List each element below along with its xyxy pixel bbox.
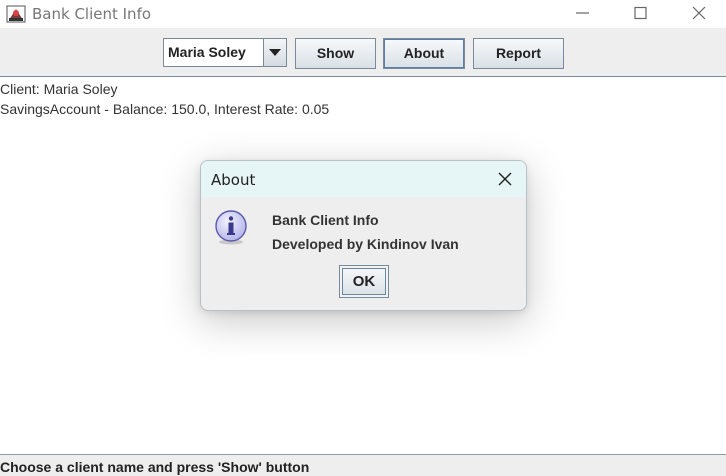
client-select-value: Maria Soley <box>168 44 246 60</box>
account-info-line: SavingsAccount - Balance: 150.0, Interes… <box>0 101 330 117</box>
close-button[interactable] <box>670 0 726 28</box>
client-select-arrow[interactable] <box>263 39 286 66</box>
dialog-developer: Developed by Kindinov Ivan <box>272 236 459 252</box>
bank-app-icon <box>6 4 26 24</box>
status-text: Choose a client name and press 'Show' bu… <box>0 459 310 475</box>
dialog-title: About <box>211 171 256 189</box>
maximize-icon <box>634 6 647 20</box>
report-button[interactable]: Report <box>473 38 564 69</box>
window-titlebar: Bank Client Info <box>0 0 726 28</box>
toolbar: Maria Soley Show About Report <box>0 28 726 77</box>
client-info-line: Client: Maria Soley <box>0 81 118 97</box>
minimize-button[interactable] <box>554 0 612 28</box>
status-bar: Choose a client name and press 'Show' bu… <box>0 454 726 476</box>
info-icon <box>213 210 249 246</box>
dialog-app-name: Bank Client Info <box>272 212 379 228</box>
close-icon <box>692 6 706 20</box>
about-dialog: About Bank Client Info Developed by Kind… <box>200 160 527 311</box>
dialog-titlebar: About <box>201 161 526 197</box>
ok-button[interactable]: OK <box>339 265 389 298</box>
dialog-close-button[interactable] <box>489 165 521 193</box>
minimize-icon <box>576 12 589 14</box>
about-button[interactable]: About <box>383 38 465 69</box>
close-icon <box>498 172 512 186</box>
maximize-button[interactable] <box>612 0 670 28</box>
show-button[interactable]: Show <box>295 38 376 69</box>
client-select[interactable]: Maria Soley <box>163 38 287 67</box>
chevron-down-icon <box>269 49 281 56</box>
window-title: Bank Client Info <box>32 5 152 23</box>
